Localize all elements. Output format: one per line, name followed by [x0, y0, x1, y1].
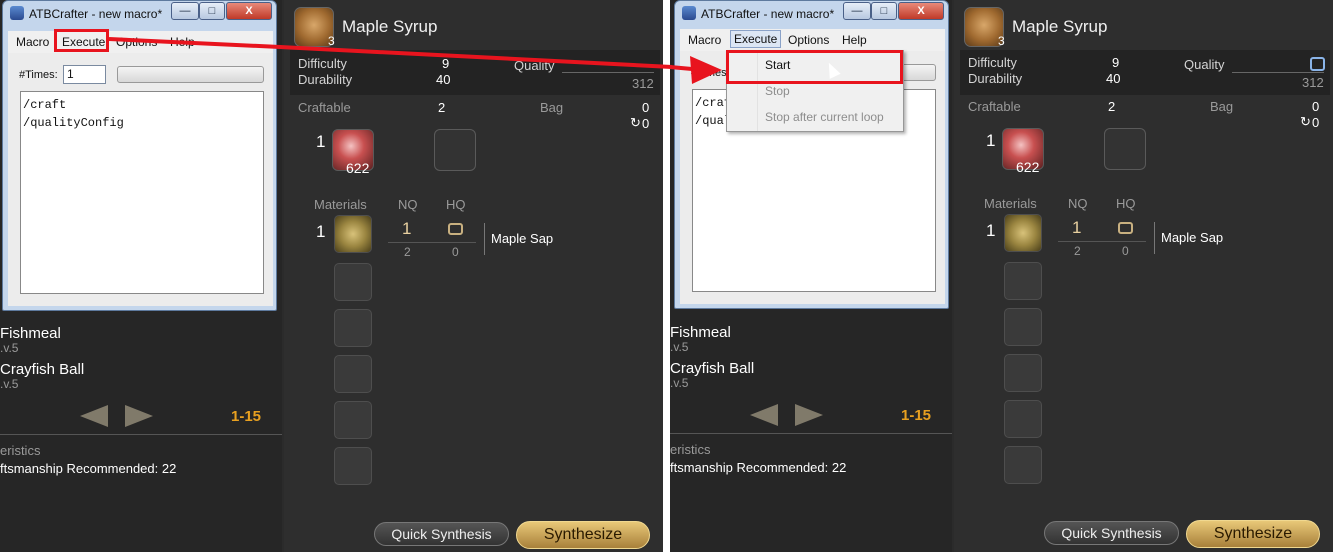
annotation-arrow-line: [669, 65, 693, 71]
annotation-arrow: [108, 37, 722, 84]
annotation-arrow-line: [108, 37, 673, 69]
annotation-arrow-head: [690, 56, 722, 84]
